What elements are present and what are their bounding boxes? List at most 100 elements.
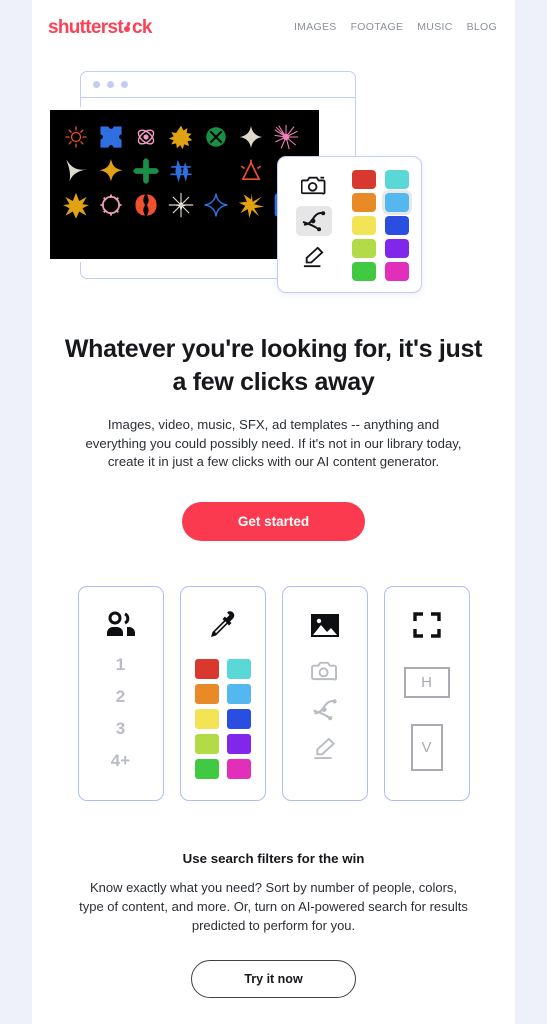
shape-sharp-sparkle-icon [169,159,192,183]
orientation-horizontal[interactable]: H [403,667,450,699]
card-color-filter[interactable] [179,586,266,802]
crop-corners-icon [412,612,441,638]
people-count-1[interactable]: 1 [116,655,125,675]
people-count-2[interactable]: 2 [116,687,125,707]
browser-dot-3-icon [121,81,128,88]
shape-four-petal-cross-icon [99,126,122,148]
curve-pen-tool-button[interactable] [296,206,332,236]
email-page: shutterst ck IMAGES FOOTAGE MUSIC BLOG W… [0,0,547,1024]
card-swatch-blue[interactable] [226,709,251,730]
camera-tool-button[interactable] [296,170,332,200]
email-content-column: shutterst ck IMAGES FOOTAGE MUSIC BLOG W… [32,0,515,1024]
panel-swatch-orange[interactable] [352,193,376,212]
bottom-subhead: Use search filters for the win [182,851,365,867]
shape-four-point-diamond-icon [239,125,262,149]
marker-tool-button[interactable] [296,242,332,272]
nav-link-footage[interactable]: FOOTAGE [351,21,404,33]
shape-circle-x-icon [205,127,226,147]
main-nav: IMAGES FOOTAGE MUSIC BLOG [294,21,497,33]
image-icon-wrap [309,605,341,645]
card-swatch-green[interactable] [194,759,219,780]
shape-asymmetric-burst-icon [238,193,264,218]
nav-link-music[interactable]: MUSIC [417,21,452,33]
curve-pen-icon[interactable] [311,698,339,721]
panel-swatch-purple[interactable] [385,239,409,258]
shape-fan-burst-icon [273,124,298,150]
people-count-list: 1 2 3 4+ [111,655,130,771]
people-icon-wrap [104,605,138,645]
primary-cta-row: Get started [32,472,515,542]
card-swatch-grid [194,659,251,780]
shape-burst-ring-icon [64,126,87,148]
card-swatch-magenta[interactable] [226,759,251,780]
shape-triangle-burst-icon [240,159,261,180]
panel-swatch-blue[interactable] [385,216,409,235]
people-icon [106,611,135,637]
feature-cards: 1 2 3 4+ H V [32,586,515,802]
card-swatch-purple[interactable] [226,734,251,755]
camera-icon[interactable] [310,659,339,682]
panel-swatch-magenta[interactable] [385,262,409,281]
camera-icon [301,176,326,195]
browser-dot-1-icon [93,81,100,88]
card-tool-list [310,659,339,760]
shutterstock-logo[interactable]: shutterst ck [48,18,152,37]
panel-swatch-cyan[interactable] [385,170,409,189]
shape-thin-sparkle-icon [168,192,193,218]
shape-spiky-blob-icon [168,125,192,150]
card-swatch-lime[interactable] [194,734,219,755]
browser-title-bar [81,72,355,98]
people-count-3[interactable]: 3 [116,719,125,739]
people-count-4plus[interactable]: 4+ [111,751,130,771]
card-people-filter[interactable]: 1 2 3 4+ [77,586,164,802]
panel-swatch-lime[interactable] [352,239,376,258]
marker-icon [303,246,324,268]
logo-text-end: ck [132,16,152,38]
card-swatch-red[interactable] [194,659,219,680]
shutterstock-o-mark-icon [123,19,132,36]
hero-body-copy: Images, video, music, SFX, ad templates … [85,417,462,470]
panel-swatch-green[interactable] [352,262,376,281]
bottom-body-copy: Know exactly what you need? Sort by numb… [79,880,468,933]
site-header: shutterst ck IMAGES FOOTAGE MUSIC BLOG [32,0,515,54]
try-it-now-button[interactable]: Try it now [191,959,356,998]
shape-four-point-star-icon [99,158,122,182]
get-started-button[interactable]: Get started [181,502,366,542]
panel-swatch-grid [352,170,409,281]
orientation-vertical[interactable]: V [410,724,443,772]
secondary-cta-row: Try it now [32,936,515,998]
floating-tool-panel [277,156,422,293]
shape-gear-ring-icon [99,194,122,216]
card-swatch-light-blue[interactable] [226,684,251,705]
tool-column [290,170,338,279]
card-swatch-yellow[interactable] [194,709,219,730]
hero-headline: Whatever you're looking for, it's just a… [64,335,483,396]
curve-pen-icon [302,211,326,232]
nav-link-images[interactable]: IMAGES [294,21,337,33]
card-orientation-filter[interactable]: H V [383,586,470,802]
panel-swatch-red[interactable] [352,170,376,189]
browser-dot-2-icon [107,81,114,88]
eyedropper-icon-wrap [209,605,237,645]
shape-double-teardrop-icon [134,194,157,216]
marker-icon[interactable] [311,737,339,760]
card-swatch-orange[interactable] [194,684,219,705]
panel-swatch-light-blue[interactable] [385,193,409,212]
orientation-options: H V [403,667,450,772]
shape-outline-diamond-icon [204,193,227,217]
shape-plus-cross-icon [132,158,159,184]
image-icon [310,613,339,637]
shape-curved-star-icon [65,159,87,183]
card-content-type-filter[interactable] [281,586,368,802]
hero-illustration [32,66,515,311]
shape-grid [58,120,303,222]
nav-link-blog[interactable]: BLOG [467,21,497,33]
shape-six-point-star-icon [62,192,89,218]
eyedropper-icon [210,611,234,638]
shape-concave-diamond-icon [204,159,227,183]
crop-corners-icon-wrap [412,605,442,645]
card-swatch-cyan[interactable] [226,659,251,680]
panel-swatch-yellow[interactable] [352,216,376,235]
shape-double-loop-icon [137,129,154,145]
logo-text-start: shutterst [48,16,124,38]
